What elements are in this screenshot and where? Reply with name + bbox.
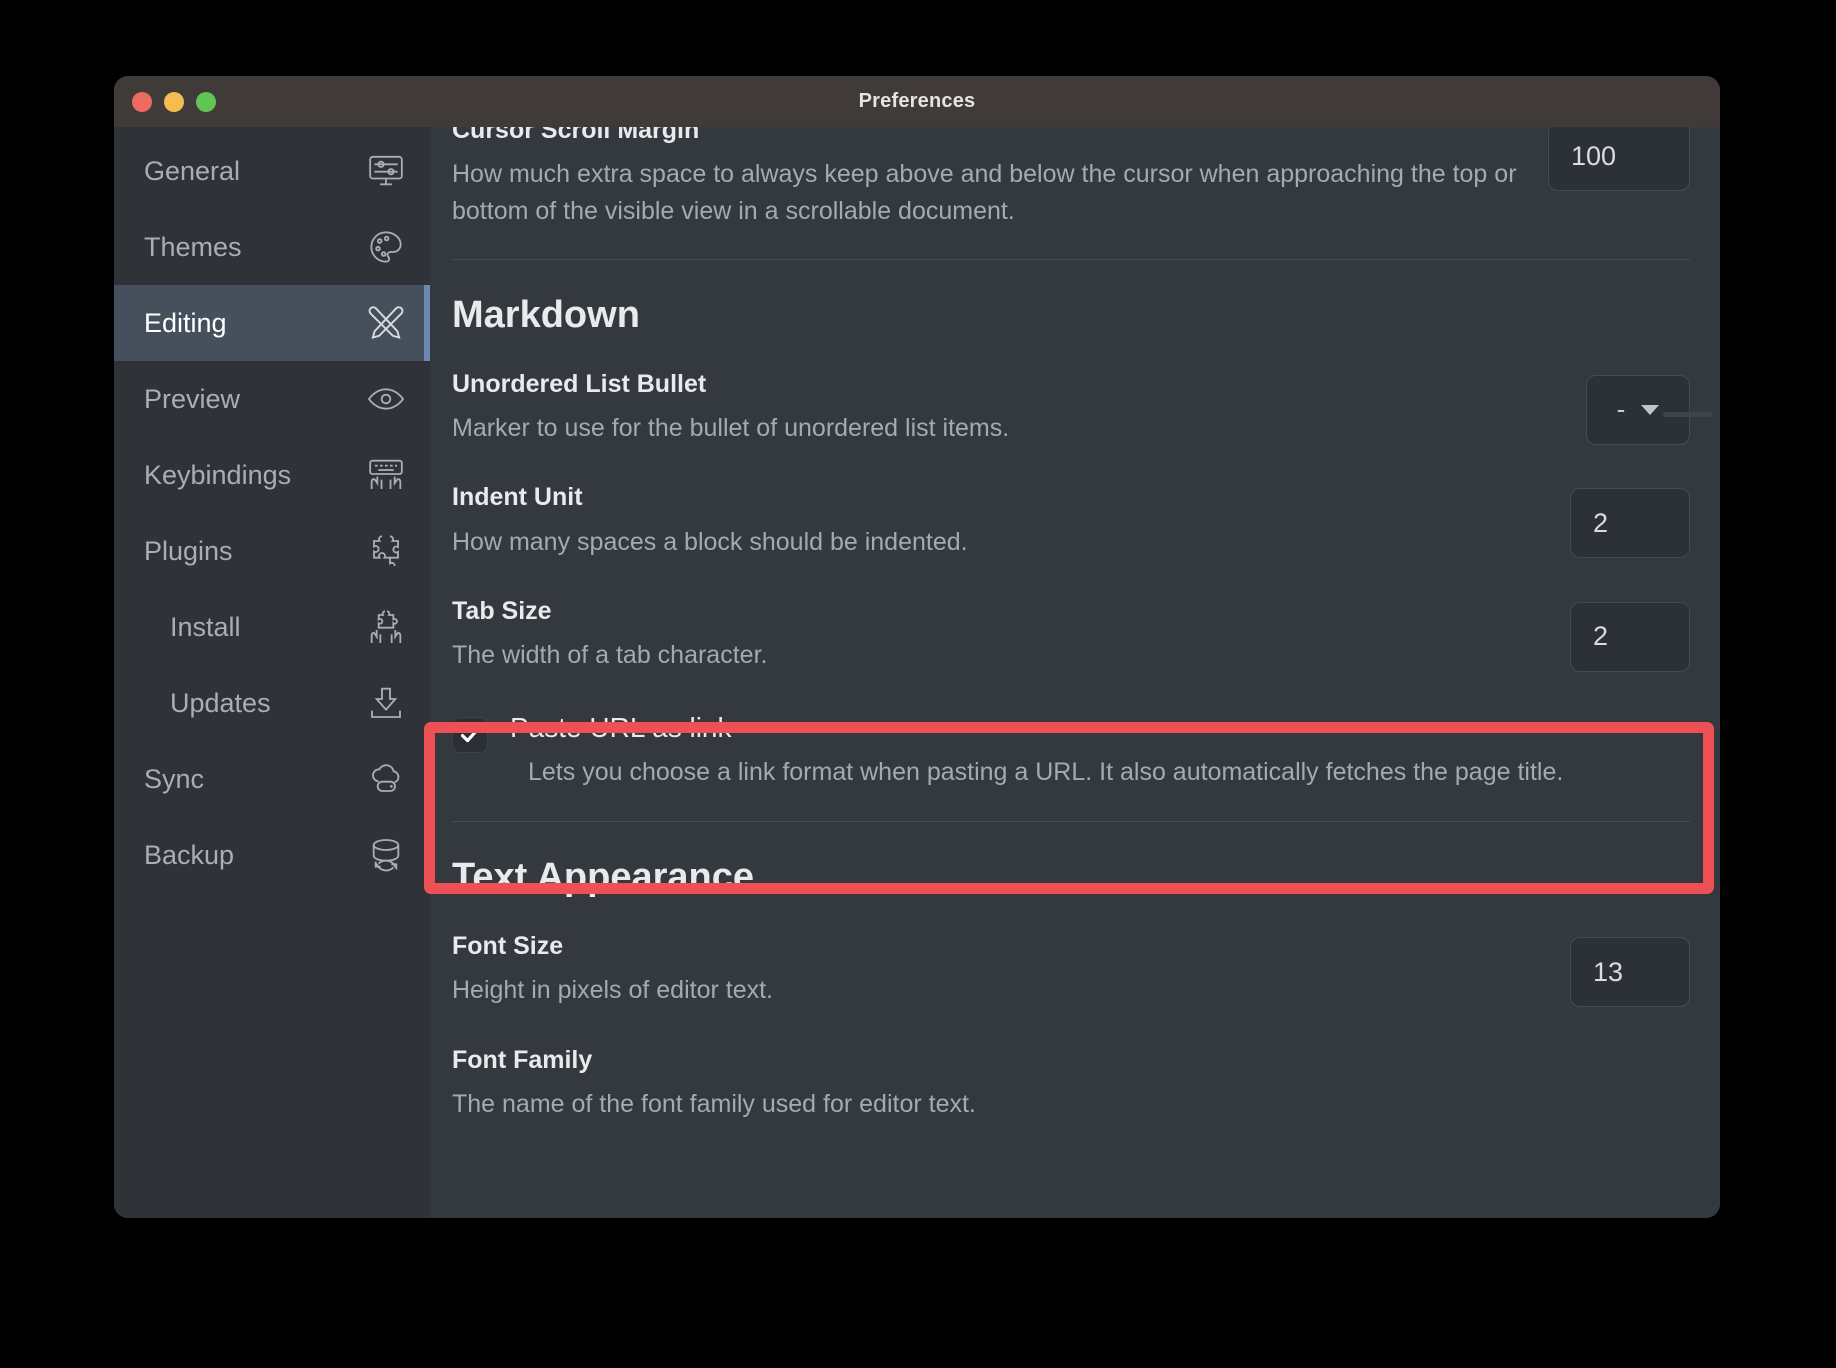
sidebar-item-backup[interactable]: Backup: [114, 817, 430, 893]
setting-description: How much extra space to always keep abov…: [452, 156, 1518, 229]
preferences-window: Preferences General Themes: [114, 76, 1720, 1218]
window-body: General Themes: [114, 127, 1720, 1218]
window-titlebar[interactable]: Preferences: [114, 76, 1720, 127]
minimize-window-button[interactable]: [164, 92, 184, 112]
sidebar-item-label: Sync: [144, 764, 364, 795]
section-heading-text-appearance: Text Appearance: [452, 822, 1690, 917]
sidebar-item-label: Install: [144, 612, 364, 643]
paste-url-as-link-setting: Paste URL as link Lets you choose a link…: [452, 695, 1690, 813]
sidebar-item-sync[interactable]: Sync: [114, 741, 430, 817]
setting-text: Tab Size The width of a tab character.: [452, 596, 1570, 674]
setting-text: Font Family The name of the font family …: [452, 1045, 1690, 1123]
maximize-window-button[interactable]: [196, 92, 216, 112]
download-icon: [364, 681, 408, 725]
window-title: Preferences: [859, 90, 976, 113]
traffic-light-group: [132, 76, 216, 127]
setting-text: Font Size Height in pixels of editor tex…: [452, 931, 1570, 1009]
settings-scroll-area[interactable]: Cursor Scroll Margin How much extra spac…: [430, 127, 1720, 1218]
sidebar-item-label: Updates: [144, 688, 364, 719]
setting-tab-size: Tab Size The width of a tab character. 2: [452, 582, 1690, 696]
setting-unordered-list-bullet: Unordered List Bullet Marker to use for …: [452, 355, 1690, 469]
setting-control: 13: [1570, 931, 1690, 1007]
setting-description: The width of a tab character.: [452, 637, 1540, 673]
setting-font-family: Font Family The name of the font family …: [452, 1031, 1690, 1145]
setting-cursor-scroll-margin: Cursor Scroll Margin How much extra spac…: [452, 127, 1690, 251]
select-value: -: [1617, 394, 1626, 425]
setting-control: 2: [1570, 482, 1690, 558]
setting-indent-unit: Indent Unit How many spaces a block shou…: [452, 468, 1690, 582]
setting-title: Font Size: [452, 931, 1540, 962]
tab-size-input[interactable]: 2: [1570, 602, 1690, 672]
setting-description: How many spaces a block should be indent…: [452, 524, 1540, 560]
setting-text: Indent Unit How many spaces a block shou…: [452, 482, 1570, 560]
puzzle-hands-icon: [364, 605, 408, 649]
setting-control: 100: [1548, 127, 1690, 191]
keyboard-hands-icon: [364, 453, 408, 497]
sidebar-item-label: Plugins: [144, 536, 364, 567]
sidebar-item-label: Themes: [144, 232, 364, 263]
setting-title: Cursor Scroll Margin: [452, 127, 1518, 146]
section-heading-markdown: Markdown: [452, 260, 1690, 355]
setting-title: Tab Size: [452, 596, 1540, 627]
paste-url-as-link-description: Lets you choose a link format when pasti…: [510, 758, 1563, 787]
close-window-button[interactable]: [132, 92, 152, 112]
chevron-down-icon: [1641, 405, 1659, 415]
setting-description: Height in pixels of editor text.: [452, 972, 1540, 1008]
paste-url-as-link-text: Paste URL as link Lets you choose a link…: [488, 713, 1563, 787]
setting-font-size: Font Size Height in pixels of editor tex…: [452, 917, 1690, 1031]
setting-text: Cursor Scroll Margin How much extra spac…: [452, 127, 1548, 229]
setting-text: Unordered List Bullet Marker to use for …: [452, 369, 1586, 447]
sidebar-item-plugins[interactable]: Plugins: [114, 513, 430, 589]
setting-description: Marker to use for the bullet of unordere…: [452, 410, 1556, 446]
sidebar-item-label: Backup: [144, 840, 364, 871]
setting-title: Indent Unit: [452, 482, 1540, 513]
palette-icon: [364, 225, 408, 269]
unordered-list-bullet-select[interactable]: -: [1586, 375, 1690, 445]
paste-url-as-link-label: Paste URL as link: [510, 713, 1563, 744]
preferences-sidebar: General Themes: [114, 127, 430, 1218]
cloud-server-icon: [364, 757, 408, 801]
font-size-input[interactable]: 13: [1570, 937, 1690, 1007]
indent-unit-input[interactable]: 2: [1570, 488, 1690, 558]
sidebar-item-label: Editing: [144, 308, 364, 339]
sidebar-item-editing[interactable]: Editing: [114, 285, 430, 361]
sidebar-item-preview[interactable]: Preview: [114, 361, 430, 437]
puzzle-icon: [364, 529, 408, 573]
content-scrollbar[interactable]: [1663, 412, 1713, 417]
sidebar-item-updates[interactable]: Updates: [114, 665, 430, 741]
preferences-content: Cursor Scroll Margin How much extra spac…: [430, 127, 1720, 1218]
setting-description: The name of the font family used for edi…: [452, 1086, 1660, 1122]
sidebar-item-keybindings[interactable]: Keybindings: [114, 437, 430, 513]
database-refresh-icon: [364, 833, 408, 877]
setting-control: -: [1586, 369, 1690, 445]
cursor-scroll-margin-input[interactable]: 100: [1548, 127, 1690, 191]
monitor-sliders-icon: [364, 149, 408, 193]
setting-title: Font Family: [452, 1045, 1660, 1076]
paste-url-as-link-checkbox[interactable]: [452, 717, 488, 753]
sidebar-item-label: Keybindings: [144, 460, 364, 491]
sidebar-item-label: General: [144, 156, 364, 187]
sidebar-item-themes[interactable]: Themes: [114, 209, 430, 285]
setting-title: Unordered List Bullet: [452, 369, 1556, 400]
eye-icon: [364, 377, 408, 421]
setting-control: 2: [1570, 596, 1690, 672]
sidebar-item-label: Preview: [144, 384, 364, 415]
crossed-pens-icon: [364, 301, 408, 345]
sidebar-item-install[interactable]: Install: [114, 589, 430, 665]
sidebar-item-general[interactable]: General: [114, 133, 430, 209]
